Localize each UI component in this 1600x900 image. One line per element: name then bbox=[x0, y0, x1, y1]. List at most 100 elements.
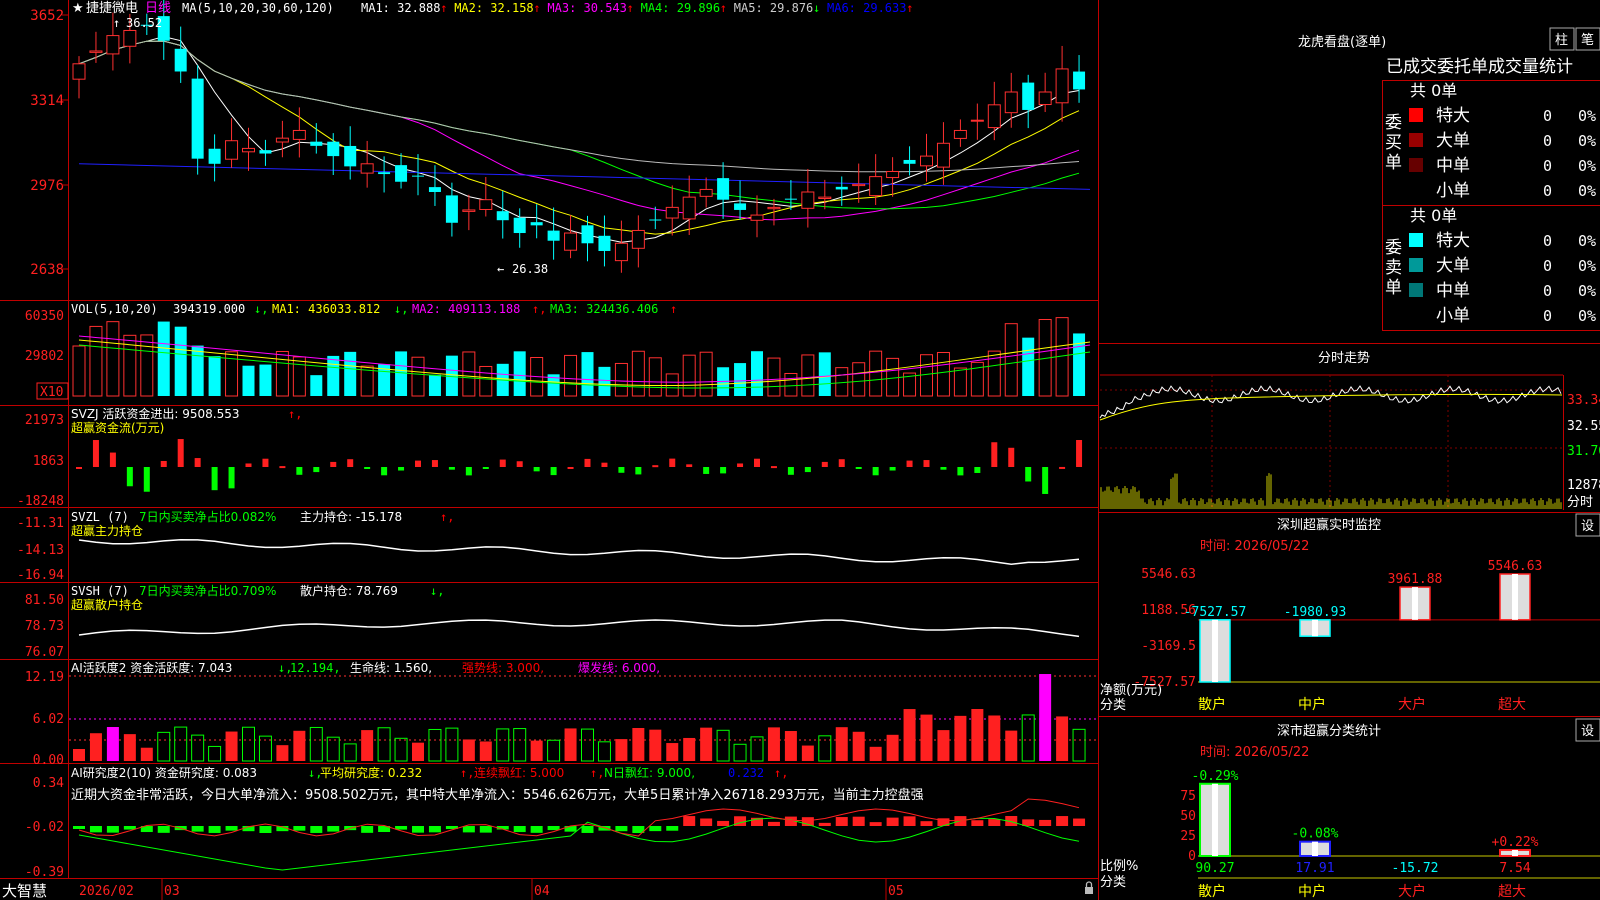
fund-flow-bar bbox=[109, 452, 116, 467]
ai-research-panel[interactable] bbox=[73, 798, 1086, 871]
volume-bar bbox=[106, 321, 120, 397]
intraday-unit: 分时 bbox=[1567, 495, 1593, 510]
ai-comment: 近期大资金非常活跃，今日大单净流入：9508.502万元，其中特大单净流入：55… bbox=[71, 787, 924, 803]
stock-name[interactable]: 捷捷微电 bbox=[86, 1, 138, 16]
volume-bar bbox=[614, 362, 628, 397]
ai2-axis-1: -0.02 bbox=[25, 820, 64, 835]
sz-class-value-label: -15.72 bbox=[1392, 861, 1439, 876]
research-bar bbox=[208, 826, 221, 833]
sell-row-count: 0 bbox=[1543, 257, 1552, 275]
fund-flow-bar bbox=[940, 467, 947, 470]
sz-monitor-axis-0: 5546.63 bbox=[1141, 567, 1196, 582]
tick-mode-button[interactable]: 笔 bbox=[1575, 27, 1600, 51]
ma-line-3 bbox=[78, 40, 1080, 221]
volume-bar bbox=[835, 367, 849, 397]
candle bbox=[1004, 91, 1018, 114]
buy-row-count: 0 bbox=[1543, 132, 1552, 150]
volume-bar bbox=[564, 354, 578, 397]
fund-flow-bar bbox=[398, 467, 405, 471]
low-price-mark: ← bbox=[497, 262, 504, 276]
research-bar bbox=[327, 826, 340, 832]
activity-bar bbox=[208, 745, 222, 762]
trading-terminal[interactable]: ↑ 36.52 ← 26.38 3652331429762638 ★ 捷捷微电 … bbox=[0, 0, 1600, 900]
svzj-title: SVZJ 活跃资金进出: 9508.553 bbox=[71, 406, 240, 421]
ai1-axis-2: 0.00 bbox=[33, 753, 64, 768]
fund-flow-bar bbox=[652, 465, 659, 468]
fund-flow-bar bbox=[770, 466, 777, 469]
vol-value: 394319.000 bbox=[173, 302, 245, 316]
ma-params: MA(5,10,20,30,60,120) bbox=[182, 1, 334, 15]
research-bar bbox=[225, 826, 238, 831]
candle bbox=[801, 191, 815, 209]
lock-icon[interactable] bbox=[1085, 881, 1093, 894]
volume-bar bbox=[801, 354, 815, 397]
ma-header-item-1: MA2: 32.158 bbox=[454, 1, 533, 15]
vol-ma1: MA1: 436033.812 bbox=[272, 302, 380, 316]
date-label-2: 04 bbox=[534, 884, 550, 899]
buy-row-label: 特大 bbox=[1436, 106, 1470, 126]
volume-bar bbox=[157, 321, 170, 396]
lhb-tabs[interactable]: 已成交委托单成交量统计 bbox=[1386, 57, 1573, 77]
sell-side-label: 委 bbox=[1385, 238, 1402, 258]
svzl-panel[interactable] bbox=[78, 539, 1080, 565]
fund-flow-bar bbox=[533, 467, 540, 472]
fund-flow-bar bbox=[720, 467, 727, 474]
volume-bar bbox=[953, 367, 967, 397]
candle bbox=[699, 188, 713, 197]
bar-mode-button[interactable]: 柱 bbox=[1549, 27, 1575, 51]
kline-price-panel[interactable]: ↑ 36.52 ← 26.38 bbox=[72, 0, 1091, 276]
activity-bar bbox=[683, 737, 696, 761]
ai1-v5: 爆发线: 6.000, bbox=[578, 660, 660, 675]
activity-bar bbox=[954, 715, 967, 761]
research-bar bbox=[106, 826, 119, 833]
candle bbox=[327, 141, 340, 157]
research-bar bbox=[310, 826, 323, 833]
activity-bar bbox=[886, 734, 899, 761]
fund-flow-bar bbox=[415, 460, 421, 467]
candle bbox=[852, 183, 866, 187]
fund-flow-bar bbox=[872, 467, 879, 476]
intraday-chart[interactable]: 33.34 32.55 31.76 12878 分时 bbox=[1099, 374, 1600, 510]
volume-bar bbox=[72, 345, 86, 397]
fund-flow-bar bbox=[347, 459, 354, 467]
buy-row-pct: 0% bbox=[1578, 107, 1596, 125]
ai2-title: AI研究度2(10) 资金研究度: 0.083 bbox=[71, 765, 257, 780]
ai2-v2-arrow: ↑, bbox=[460, 766, 474, 780]
ai2-v5: 0.232 bbox=[728, 766, 764, 780]
candle bbox=[89, 50, 103, 53]
fund-flow-bar bbox=[804, 467, 811, 473]
svg-text:设: 设 bbox=[1581, 724, 1594, 739]
activity-bar bbox=[191, 734, 205, 762]
period-label[interactable]: 日线 bbox=[145, 1, 171, 16]
svsh-panel[interactable] bbox=[78, 619, 1080, 638]
activity-bar bbox=[225, 731, 238, 761]
sz-class-settings-button[interactable]: 设 bbox=[1575, 718, 1600, 742]
favorite-star-icon[interactable]: ★ bbox=[72, 1, 84, 16]
sz-monitor-category: 散户 bbox=[1198, 696, 1226, 713]
sz-monitor-settings-button[interactable]: 设 bbox=[1575, 513, 1600, 537]
candle bbox=[682, 196, 696, 220]
research-bar bbox=[513, 826, 526, 833]
ai-activity-panel[interactable] bbox=[69, 674, 1098, 762]
research-bar bbox=[988, 819, 1001, 826]
candle bbox=[784, 198, 797, 200]
svzj-axis-2: -18248 bbox=[17, 494, 64, 509]
candle bbox=[445, 195, 458, 223]
volume-bar bbox=[275, 350, 289, 397]
ma-header-arrow-4: ↓ bbox=[813, 1, 820, 15]
fund-flow-bar bbox=[584, 458, 591, 467]
activity-bar bbox=[971, 709, 984, 761]
lhb-title: 龙虎看盘(逐单) bbox=[1298, 34, 1386, 50]
ai1-v4: 强势线: 3.000, bbox=[462, 661, 544, 675]
fund-flow-bar bbox=[262, 458, 269, 467]
candle bbox=[174, 48, 187, 72]
volume-bar bbox=[1004, 323, 1018, 397]
activity-bar bbox=[123, 734, 136, 761]
svzj-panel[interactable] bbox=[76, 439, 1083, 494]
activity-bar bbox=[174, 726, 188, 762]
sell-row-count: 0 bbox=[1543, 232, 1552, 250]
volume-panel[interactable] bbox=[72, 317, 1091, 397]
fund-flow-bar bbox=[177, 439, 184, 467]
research-bar bbox=[649, 826, 662, 832]
candle bbox=[530, 222, 543, 226]
